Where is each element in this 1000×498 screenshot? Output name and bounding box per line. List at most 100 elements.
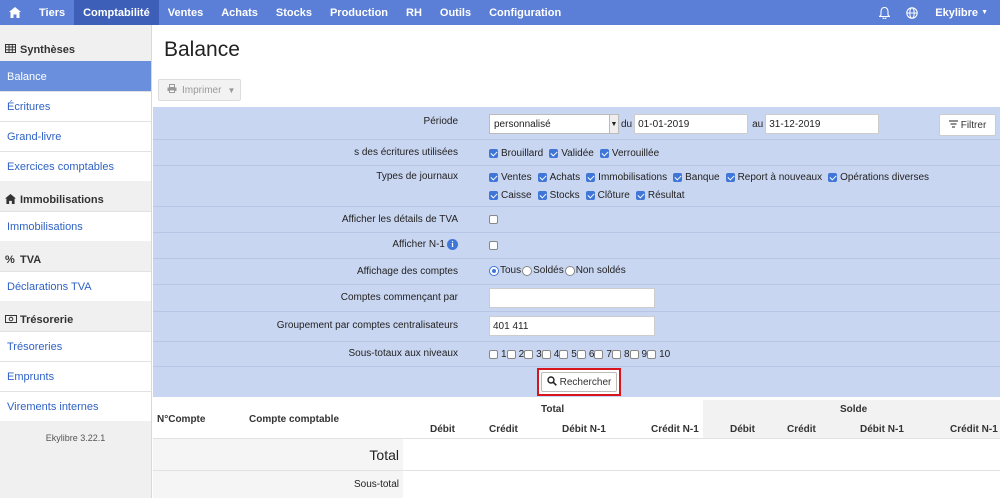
checkbox-immobilisations[interactable]: Immobilisations [586, 168, 667, 186]
checkbox-cloture[interactable]: Clôture [585, 186, 630, 204]
printer-icon [167, 84, 177, 96]
filter-row-comptes: Comptes commençant par [153, 285, 1000, 312]
nav-comptabilite[interactable]: Comptabilité [74, 0, 159, 25]
groupement-input[interactable]: 401 411 [489, 316, 655, 336]
checkbox-caisse[interactable]: Caisse [489, 186, 532, 204]
bell-icon[interactable] [870, 0, 898, 25]
percent-icon: % [5, 254, 15, 266]
sidebar-item-immobilisations[interactable]: Immobilisations [0, 211, 151, 241]
nav-tiers[interactable]: Tiers [30, 0, 74, 25]
checkbox-niveau-7[interactable]: 7 [594, 348, 612, 360]
nav-configuration[interactable]: Configuration [480, 0, 570, 25]
filter-row-groupement: Groupement par comptes centralisateurs 4… [153, 312, 1000, 342]
sidebar-item-tresoreries[interactable]: Trésoreries [0, 331, 151, 361]
money-icon [5, 314, 18, 326]
sidebar-item-grand-livre[interactable]: Grand-livre [0, 121, 151, 151]
globe-icon[interactable] [898, 0, 926, 25]
search-button[interactable]: Rechercher [541, 372, 617, 392]
tva-label: Afficher les détails de TVA [341, 214, 458, 225]
sidebar-item-balance[interactable]: Balance [0, 61, 151, 91]
radio-soldes[interactable] [522, 265, 533, 276]
checkbox-banque[interactable]: Banque [673, 168, 720, 186]
checkbox-resultat[interactable]: Résultat [635, 186, 685, 204]
col-solde-debit-n1[interactable]: Débit N-1 [860, 424, 904, 435]
periode-value: personnalisé [494, 118, 551, 130]
comptes-input[interactable] [489, 288, 655, 308]
checkbox-niveau-8[interactable]: 8 [611, 348, 630, 360]
du-label: du [621, 118, 633, 130]
checkbox-niveau-10[interactable]: 10 [647, 348, 670, 360]
checkbox-niveau-5[interactable]: 5 [559, 348, 577, 360]
checkbox-niveau-3[interactable]: 3 [524, 348, 542, 360]
radio-non-soldes[interactable] [564, 265, 575, 276]
date-from-input[interactable]: 01-01-2019 [634, 114, 749, 134]
checkbox-validee[interactable]: Validée [549, 144, 594, 162]
periode-label: Période [423, 116, 458, 127]
nav-stocks[interactable]: Stocks [267, 0, 321, 25]
checkbox-n1[interactable] [489, 241, 498, 250]
total-row: Total [153, 438, 1000, 470]
col-solde-credit-n1[interactable]: Crédit N-1 [950, 424, 998, 435]
checkbox-niveau-4[interactable]: 4 [541, 348, 559, 360]
table-icon [5, 44, 18, 56]
col-numero-compte[interactable]: N°Compte [157, 414, 205, 425]
user-name: Ekylibre [935, 6, 979, 19]
col-solde-credit[interactable]: Crédit [787, 424, 816, 435]
sidebar-section-syntheses: Synthèses [0, 39, 151, 61]
nav-rh[interactable]: RH [397, 0, 431, 25]
sidebar-item-virements[interactable]: Virements internes [0, 391, 151, 421]
checkbox-brouillard[interactable]: Brouillard [489, 144, 543, 162]
checkbox-operations-diverses[interactable]: Opérations diverses [828, 168, 929, 186]
groupement-label: Groupement par comptes centralisateurs [276, 320, 458, 331]
filter-row-ecritures: s des écritures utilisées Brouillard Val… [153, 140, 1000, 166]
col-total-debit-n1[interactable]: Débit N-1 [562, 424, 606, 435]
date-to-input[interactable]: 31-12-2019 [765, 114, 880, 134]
sidebar-item-emprunts[interactable]: Emprunts [0, 361, 151, 391]
col-total-credit[interactable]: Crédit [489, 424, 518, 435]
comptes-label: Comptes commençant par [340, 292, 458, 303]
nav-production[interactable]: Production [321, 0, 397, 25]
sidebar-item-ecritures[interactable]: Écritures [0, 91, 151, 121]
filter-row-tva: Afficher les détails de TVA [153, 207, 1000, 233]
info-icon[interactable]: i [447, 239, 458, 250]
col-total-credit-n1[interactable]: Crédit N-1 [651, 424, 699, 435]
sidebar-item-exercices[interactable]: Exercices comptables [0, 151, 151, 181]
checkbox-tva-details[interactable] [489, 215, 498, 224]
nav-outils[interactable]: Outils [431, 0, 480, 25]
print-button[interactable]: Imprimer ▼ [158, 79, 241, 101]
filter-row-periode: Période personnalisé ▼ du 01-01-2019 au … [153, 107, 1000, 140]
col-total-debit[interactable]: Débit [430, 424, 455, 435]
sidebar: Synthèses Balance Écritures Grand-livre … [0, 25, 152, 498]
checkbox-ventes[interactable]: Ventes [489, 168, 532, 186]
nav-ventes[interactable]: Ventes [159, 0, 212, 25]
caret-down-icon: ▼ [227, 85, 236, 95]
checkbox-niveau-2[interactable]: 2 [506, 348, 524, 360]
page-title: Balance [164, 38, 240, 61]
radio-tous-label: Tous [500, 265, 522, 276]
sidebar-section-title: Trésorerie [20, 314, 74, 326]
n1-label: Afficher N-1 [392, 239, 445, 250]
col-solde-debit[interactable]: Débit [730, 424, 755, 435]
sidebar-section-title: TVA [20, 254, 42, 266]
filter-button[interactable]: Filtrer [939, 114, 996, 136]
search-button-highlight: Rechercher [537, 368, 621, 396]
au-label: au [752, 118, 764, 130]
checkbox-niveau-6[interactable]: 6 [576, 348, 594, 360]
user-menu[interactable]: Ekylibre ▼ [926, 0, 1000, 25]
sidebar-item-declarations-tva[interactable]: Déclarations TVA [0, 271, 151, 301]
checkbox-report[interactable]: Report à nouveaux [725, 168, 822, 186]
checkbox-niveau-1[interactable]: 1 [489, 348, 507, 360]
checkbox-stocks[interactable]: Stocks [537, 186, 580, 204]
checkbox-achats[interactable]: Achats [537, 168, 580, 186]
radio-tous[interactable] [489, 265, 499, 276]
home-icon[interactable] [0, 0, 30, 25]
search-label: Rechercher [559, 376, 612, 388]
nav-achats[interactable]: Achats [212, 0, 267, 25]
app-version: Ekylibre 3.22.1 [45, 433, 106, 443]
print-label: Imprimer [182, 84, 222, 96]
sidebar-section-tva: % TVA [0, 249, 151, 271]
checkbox-verrouillee[interactable]: Verrouillée [599, 144, 659, 162]
col-compte-comptable[interactable]: Compte comptable [249, 414, 339, 425]
checkbox-niveau-9[interactable]: 9 [629, 348, 647, 360]
periode-select[interactable]: personnalisé ▼ [489, 114, 619, 134]
